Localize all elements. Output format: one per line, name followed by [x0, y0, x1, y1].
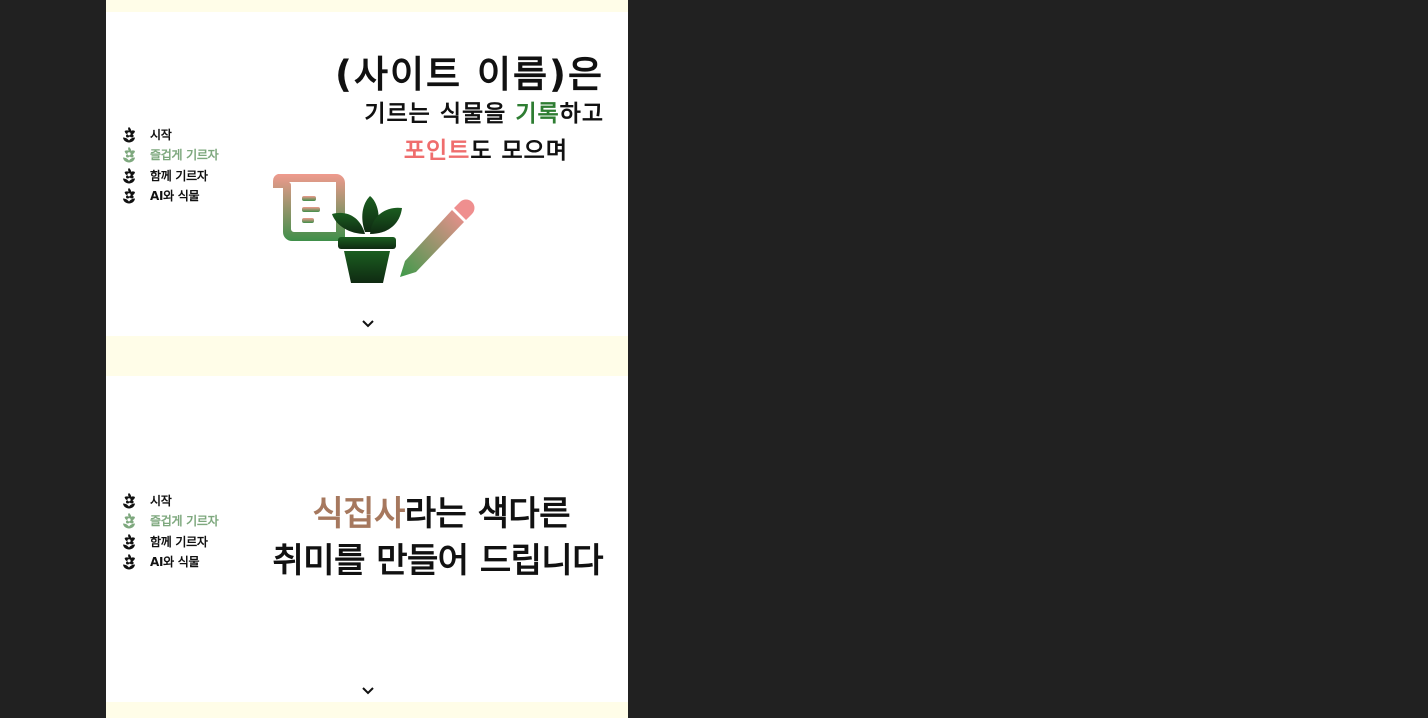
- nav-item-label: 시작: [150, 127, 172, 142]
- flower-icon: [123, 492, 135, 509]
- nav-item-grow-happily[interactable]: 즐겁게 기르자: [121, 145, 219, 166]
- hero-section: 시작 즐겁게 기르자 함께 기르자 AI와 식물 (사이트 이름)은 기르는 식…: [106, 12, 628, 336]
- side-nav: 시작 즐겁게 기르자 함께 기르자 AI와 식물: [121, 490, 219, 573]
- section-divider: [106, 702, 628, 718]
- hobby-line1: 식집사라는 색다른: [312, 486, 570, 535]
- hobby-section: 시작 즐겁게 기르자 함께 기르자 AI와 식물 식집사라는 색다른 취미를 만…: [106, 376, 628, 702]
- flower-icon: [123, 126, 135, 143]
- scroll-icon: [272, 174, 345, 241]
- flower-icon: [123, 188, 135, 204]
- hero-highlight-points: 포인트: [403, 138, 471, 164]
- hero-highlight-record: 기록: [515, 101, 560, 127]
- nav-item-start[interactable]: 시작: [121, 124, 218, 145]
- nav-item-label: AI와 식물: [150, 189, 200, 204]
- flower-icon: [123, 167, 135, 184]
- nav-item-label: 즐겁게 기르자: [150, 514, 219, 529]
- hero-illustration: [272, 174, 475, 283]
- hero-line3-suffix: 도 모으며: [470, 138, 568, 164]
- nav-item-label: 함께 기르자: [150, 534, 208, 549]
- section-divider: [106, 317, 628, 336]
- nav-item-label: 시작: [150, 493, 172, 508]
- nav-item-label: AI와 식물: [150, 555, 200, 570]
- hero-line-points: 포인트도 모으며: [404, 131, 568, 165]
- nav-item-label: 즐겁게 기르자: [150, 148, 219, 163]
- flower-icon: [123, 533, 135, 550]
- flower-icon: [123, 147, 135, 163]
- flower-icon: [123, 513, 135, 529]
- hero-line-record: 기르는 식물을 기록하고: [364, 94, 604, 128]
- nav-item-start[interactable]: 시작: [121, 490, 218, 511]
- hero-line2-prefix: 기르는 식물을: [364, 101, 516, 127]
- nav-item-ai-plants[interactable]: AI와 식물: [121, 552, 218, 573]
- nav-item-grow-together[interactable]: 함께 기르자: [121, 165, 218, 186]
- hobby-line2: 취미를 만들어 드립니다: [272, 541, 604, 581]
- nav-item-grow-together[interactable]: 함께 기르자: [121, 531, 218, 552]
- hobby-line1-suffix: 라는 색다른: [404, 494, 571, 534]
- hero-site-name: (사이트 이름)은: [335, 53, 604, 96]
- nav-item-grow-happily[interactable]: 즐겁게 기르자: [121, 511, 219, 532]
- page-column: 시작 즐겁게 기르자 함께 기르자 AI와 식물 (사이트 이름)은 기르는 식…: [106, 0, 628, 718]
- nav-item-ai-plants[interactable]: AI와 식물: [121, 186, 218, 207]
- flower-icon: [123, 554, 135, 570]
- pencil-icon: [400, 199, 475, 277]
- chevron-down-icon[interactable]: [361, 686, 375, 696]
- hero-line2-suffix: 하고: [559, 101, 604, 127]
- nav-item-label: 함께 기르자: [150, 168, 208, 183]
- hobby-brand: 식집사: [312, 494, 405, 534]
- side-nav: 시작 즐겁게 기르자 함께 기르자 AI와 식물: [121, 124, 219, 207]
